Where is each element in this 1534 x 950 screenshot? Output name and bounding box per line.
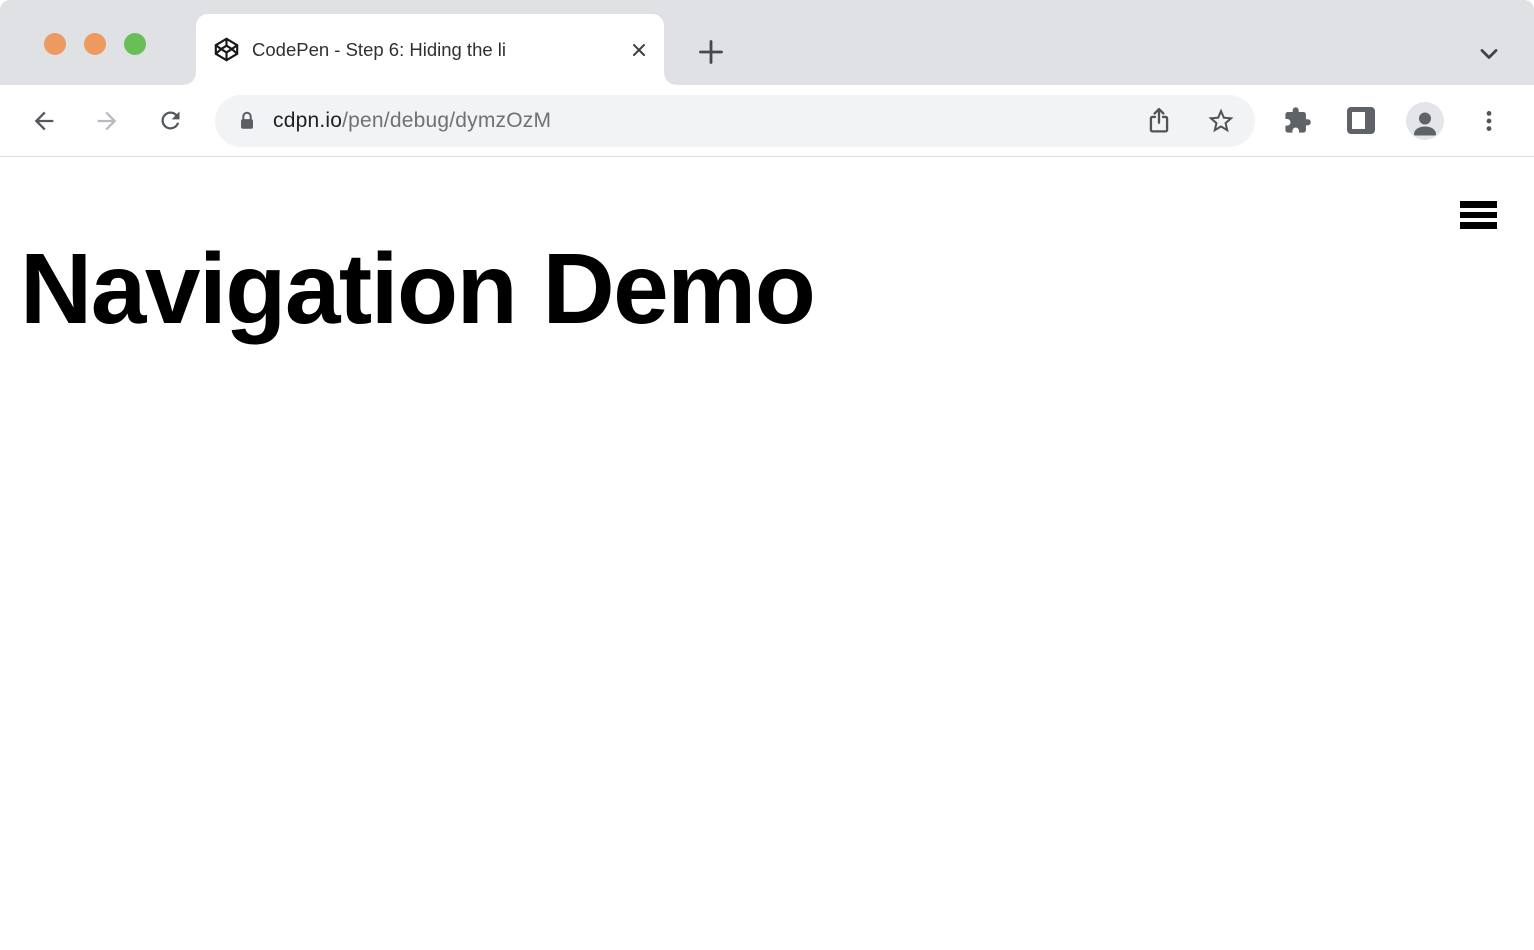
window-close-button[interactable] [44,33,66,55]
tab-search-button[interactable] [1474,38,1504,68]
share-up-arrow-icon [1149,107,1169,133]
star-icon [1208,108,1234,132]
plus-icon [699,40,723,64]
new-tab-button[interactable] [689,30,733,74]
person-avatar-icon [1414,112,1436,135]
page-title: Navigation Demo [20,233,816,345]
browser-toolbar: cdpn.io/pen/debug/dymzOzM [0,85,1534,157]
browser-menu-button[interactable] [1469,101,1509,141]
back-button[interactable] [24,101,64,141]
chevron-down-icon [1480,49,1498,59]
window-zoom-button[interactable] [124,33,146,55]
close-x-icon [633,43,645,56]
side-panel-button[interactable] [1341,101,1381,141]
share-button[interactable] [1141,103,1177,139]
window-controls [44,33,146,55]
browser-tab[interactable]: CodePen - Step 6: Hiding the li [184,14,676,85]
tab-close-button[interactable] [626,37,652,63]
page-content: Navigation Demo [0,157,1534,949]
kebab-menu-icon [1486,110,1492,131]
bookmark-button[interactable] [1203,103,1239,139]
browser-window: CodePen - Step 6: Hiding the li cdpn.io/… [0,0,1534,950]
codepen-cube-icon [214,37,239,62]
toolbar-right-section [1277,101,1509,141]
tab-title: CodePen - Step 6: Hiding the li [252,38,507,60]
url-path: /pen/debug/dymzOzM [342,108,552,132]
reload-icon [160,111,179,130]
avatar [1406,101,1444,140]
address-bar[interactable]: cdpn.io/pen/debug/dymzOzM [215,94,1255,147]
arrow-left-icon [34,111,54,130]
reload-button[interactable] [150,101,190,141]
url-domain: cdpn.io [273,108,343,132]
window-minimize-button[interactable] [84,33,106,55]
padlock-icon [241,111,253,129]
hamburger-icon [1460,201,1497,208]
forward-button[interactable] [87,101,127,141]
tab-strip: CodePen - Step 6: Hiding the li [0,0,1534,85]
url-text: cdpn.io/pen/debug/dymzOzM [273,109,1141,133]
nav-menu-toggle-button[interactable] [1460,201,1497,229]
profile-button[interactable] [1405,101,1445,141]
side-panel-icon [1347,107,1375,134]
arrow-right-icon [97,111,117,130]
extensions-button[interactable] [1277,101,1317,141]
puzzle-piece-icon [1284,107,1311,133]
